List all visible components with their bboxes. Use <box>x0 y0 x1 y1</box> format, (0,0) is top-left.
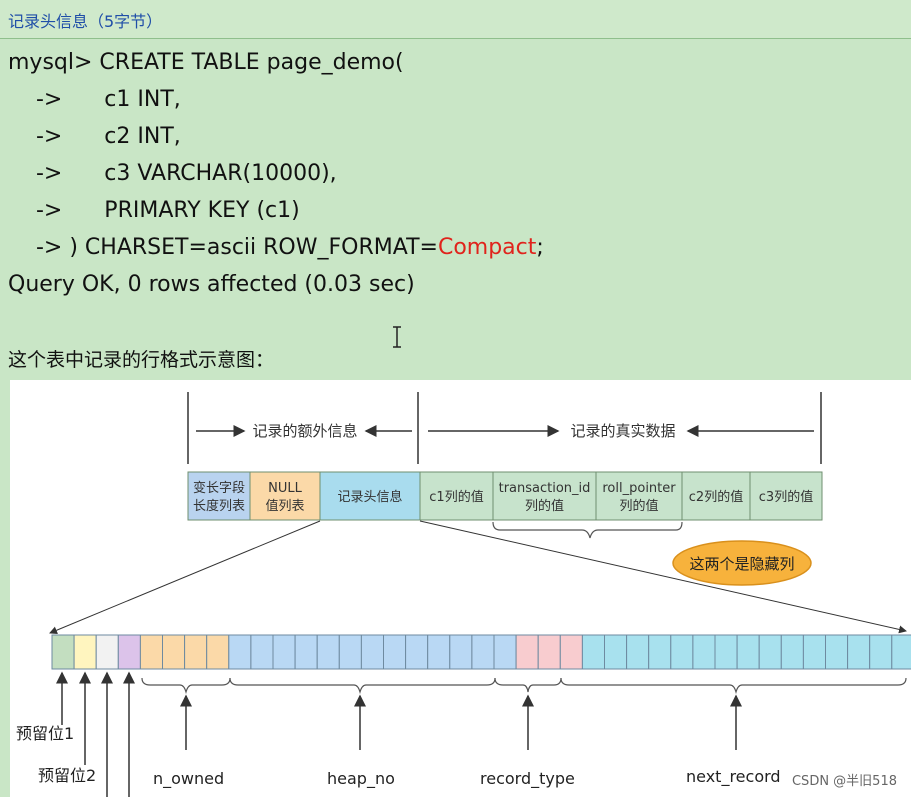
expand-line-right <box>419 520 907 634</box>
text-cursor-icon <box>393 326 401 348</box>
bit-cell-heap-no <box>383 634 407 670</box>
heap-no-brace <box>229 677 496 695</box>
hidden-columns-brace <box>492 521 683 539</box>
code-line-7: Query OK, 0 rows affected (0.03 sec) <box>8 272 415 297</box>
bit-cell-n-owned <box>139 634 163 670</box>
row-segments: 变长字段长度列表 NULL 值列表 记录头信息 c1列的值 transaction_id 列… <box>187 471 823 521</box>
label-record-type: record_type <box>480 769 575 789</box>
hidden-columns-callout-text: 这两个是隐藏列 <box>689 555 794 573</box>
bit-cell-record-type <box>537 634 561 670</box>
bit-cell-heap-no <box>471 634 495 670</box>
bit-cell-n-owned <box>184 634 208 670</box>
label-next-record: next_record <box>686 767 781 787</box>
bit-cell-next-record <box>692 634 716 670</box>
bit-cell-next-record <box>604 634 628 670</box>
bit-cell-record-type <box>559 634 583 670</box>
row-segment-label: c1列的值 <box>429 489 483 505</box>
bit-cell-heap-no <box>338 634 362 670</box>
bit-cell-next-record <box>736 634 760 670</box>
next-record-brace <box>560 677 907 695</box>
bit-cell-next-record <box>825 634 849 670</box>
row-segment-label: transaction_id <box>499 481 591 496</box>
bit-cell-heap-no <box>294 634 318 670</box>
bit-cell-next-record <box>670 634 694 670</box>
heading-bar: 记录头信息（5字节） <box>0 0 911 39</box>
code-line-5: -> PRIMARY KEY (c1) <box>8 198 300 223</box>
bit-cell-heap-no <box>228 634 252 670</box>
watermark: CSDN @半旧518 <box>791 774 897 789</box>
bit-cell-next-record <box>714 634 738 670</box>
bit-cell-n-owned <box>162 634 186 670</box>
record-header-bits <box>51 634 911 670</box>
row-format-svg: 记录的额外信息 记录的真实数据 变长字段长度列表 NULL 值列表 记录头信息 c1列的… <box>16 392 911 797</box>
label-n-owned: n_owned <box>153 769 224 789</box>
row-segment-label: 长度列表 <box>193 498 245 514</box>
label-heap-no: heap_no <box>327 769 395 789</box>
sql-code-block: mysql> CREATE TABLE page_demo( -> c1 INT… <box>0 40 911 340</box>
real-data-label: 记录的真实数据 <box>570 422 675 440</box>
bit-cell-next-record <box>626 634 650 670</box>
code-line-4: -> c3 VARCHAR(10000), <box>8 161 337 186</box>
row-segment-label: 值列表 <box>265 498 304 514</box>
row-segment-label: c2列的值 <box>689 489 743 505</box>
code-line-2: -> c1 INT, <box>8 87 181 112</box>
bit-cell-reserved1 <box>51 634 75 670</box>
bit-cell-n-owned <box>206 634 230 670</box>
n-owned-brace <box>141 677 231 695</box>
figure-caption: 这个表中记录的行格式示意图： <box>8 349 275 371</box>
row-segment-label: c3列的值 <box>759 489 813 505</box>
bit-cell-heap-no <box>405 634 429 670</box>
bit-cell-heap-no <box>360 634 384 670</box>
bit-cell-next-record <box>847 634 871 670</box>
bit-cell-next-record <box>891 634 911 670</box>
record-type-brace <box>494 677 562 693</box>
bit-cell-next-record <box>758 634 782 670</box>
bit-cell-min-rec <box>117 634 141 670</box>
row-segment-label: 记录头信息 <box>337 489 402 505</box>
bit-cell-heap-no <box>427 634 451 670</box>
bit-cell-heap-no <box>272 634 296 670</box>
bit-cell-heap-no <box>493 634 517 670</box>
row-segment-label: roll_pointer <box>602 481 676 496</box>
bit-cell-next-record <box>581 634 606 670</box>
code-line-6-tail: ; <box>536 235 544 260</box>
bit-cell-heap-no <box>449 634 473 670</box>
row-segment-label: 列的值 <box>619 498 658 514</box>
row-segment-label: 列的值 <box>525 498 564 514</box>
bit-cell-next-record <box>780 634 804 670</box>
bit-cell-next-record <box>648 634 672 670</box>
section-heading: 记录头信息（5字节） <box>8 12 163 31</box>
bit-cell-heap-no <box>316 634 340 670</box>
bit-cell-heap-no <box>250 634 274 670</box>
code-line-6-text: -> ) CHARSET=ascii ROW_FORMAT= <box>8 235 438 260</box>
bit-cell-deleted <box>95 634 119 670</box>
code-line-6: -> ) CHARSET=ascii ROW_FORMAT=Compact; <box>8 235 544 261</box>
extra-info-label: 记录的额外信息 <box>252 422 357 440</box>
label-reserved1: 预留位1 <box>16 724 74 743</box>
bit-cell-record-type <box>515 634 539 670</box>
compact-keyword: Compact <box>437 235 537 260</box>
row-format-diagram: 记录的额外信息 记录的真实数据 变长字段长度列表 NULL 值列表 记录头信息 c1列的… <box>10 380 911 797</box>
bit-cell-next-record <box>869 634 893 670</box>
code-line-1: mysql> CREATE TABLE page_demo( <box>8 50 404 75</box>
expand-line-left <box>49 520 321 635</box>
bit-cell-next-record <box>802 634 827 670</box>
label-reserved2: 预留位2 <box>38 766 96 785</box>
row-segment-label: 变长字段 <box>193 480 245 496</box>
bit-cell-reserved2 <box>73 634 97 670</box>
row-segment-label: NULL <box>268 481 302 496</box>
code-line-3: -> c2 INT, <box>8 124 181 149</box>
